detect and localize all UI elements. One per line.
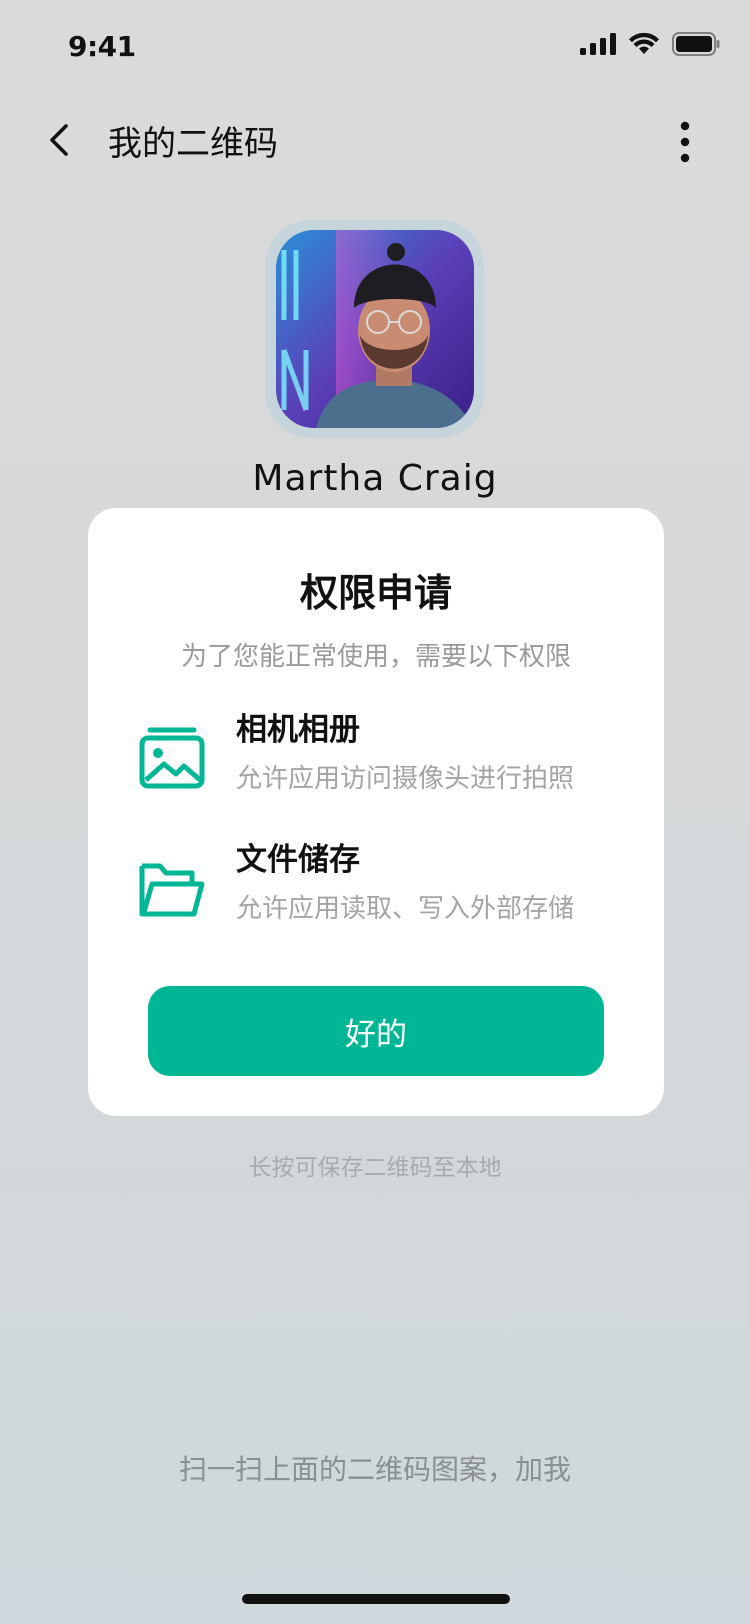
- more-button[interactable]: [670, 120, 700, 164]
- avatar: [276, 230, 474, 428]
- permission-name: 相机相册: [236, 712, 360, 748]
- folder-icon: [139, 863, 205, 917]
- battery-icon: [672, 32, 720, 56]
- permission-description: 允许应用读取、写入外部存储: [236, 894, 575, 924]
- signal-icon: [580, 33, 616, 55]
- permission-dialog: 权限申请 为了您能正常使用，需要以下权限 相机相册 允许应用访问摄像头进行拍照 …: [88, 508, 664, 1116]
- scan-instruction: 扫一扫上面的二维码图案，加我: [178, 1453, 571, 1486]
- permission-name: 文件储存: [236, 842, 360, 878]
- chevron-left-icon: [50, 124, 68, 156]
- home-indicator[interactable]: [242, 1594, 510, 1604]
- more-vertical-icon: [680, 121, 690, 163]
- page-title: 我的二维码: [108, 124, 278, 164]
- dialog-title: 权限申请: [299, 571, 452, 615]
- user-name: Martha Craig: [252, 458, 498, 499]
- status-time: 9:41: [68, 30, 136, 63]
- permission-item-storage: 文件储存 允许应用读取、写入外部存储: [88, 834, 664, 934]
- dialog-subtitle: 为了您能正常使用，需要以下权限: [180, 642, 571, 672]
- wifi-icon: [629, 32, 659, 54]
- image-icon: [139, 727, 205, 789]
- permission-item-camera: 相机相册 允许应用访问摄像头进行拍照: [88, 704, 664, 804]
- save-hint: 长按可保存二维码至本地: [248, 1155, 502, 1181]
- confirm-button[interactable]: 好的: [148, 986, 604, 1076]
- back-button[interactable]: [40, 118, 84, 162]
- permission-description: 允许应用访问摄像头进行拍照: [236, 764, 575, 794]
- status-icons: [580, 32, 720, 56]
